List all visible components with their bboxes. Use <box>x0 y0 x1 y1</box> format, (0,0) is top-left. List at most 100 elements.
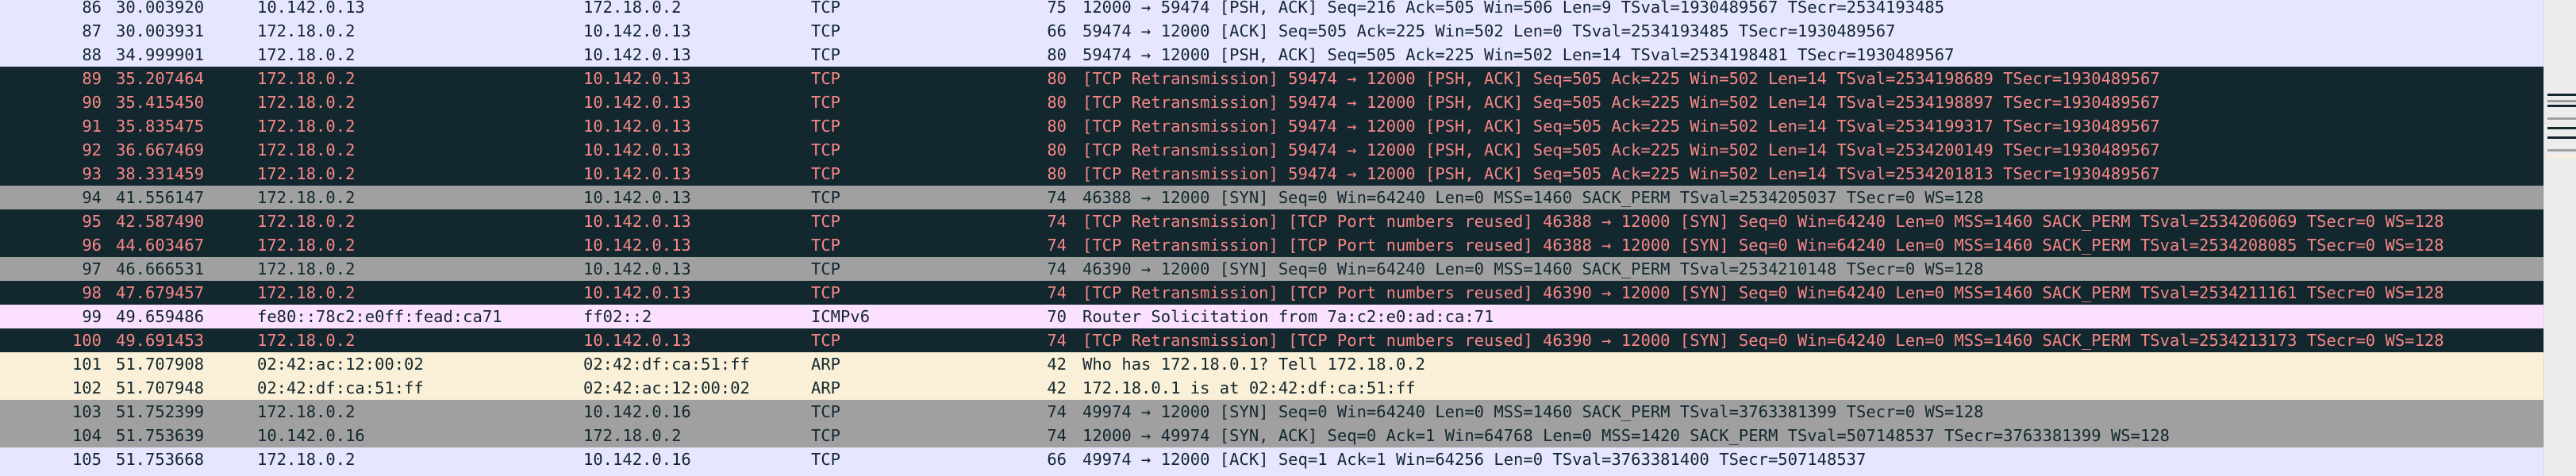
packet-protocol: TCP <box>811 402 841 421</box>
packet-number: 105 <box>71 450 102 469</box>
packet-length: 74 <box>1047 283 1067 302</box>
packet-protocol: ARP <box>811 355 841 374</box>
packet-destination: 10.142.0.13 <box>583 140 691 159</box>
packet-source: 172.18.0.2 <box>257 450 356 469</box>
packet-time: 51.753639 <box>116 426 205 445</box>
packet-number: 99 <box>82 307 102 326</box>
packet-info: [TCP Retransmission] [TCP Port numbers r… <box>1082 212 2444 231</box>
packet-destination: 10.142.0.13 <box>583 331 691 350</box>
packet-length: 74 <box>1047 402 1067 421</box>
packet-row[interactable]: 99 49.659486 fe80::78c2:e0ff:fead:ca71 ff02… <box>0 305 2544 328</box>
packet-row[interactable]: 87 30.003931 172.18.0.2 10.142.0.13 TCP 66 594… <box>0 19 2544 43</box>
packet-row[interactable]: 89 35.207464 172.18.0.2 10.142.0.13 TCP 80 [TC… <box>0 67 2544 90</box>
packet-protocol: TCP <box>811 212 841 231</box>
packet-row[interactable]: 98 47.679457 172.18.0.2 10.142.0.13 TCP 74 [TC… <box>0 281 2544 305</box>
packet-protocol: TCP <box>811 426 841 445</box>
packet-number: 101 <box>71 355 102 374</box>
packet-info: [TCP Retransmission] [TCP Port numbers r… <box>1082 236 2444 255</box>
scrollbar-marker <box>2547 105 2576 107</box>
packet-source: 172.18.0.2 <box>257 117 356 136</box>
packet-number: 100 <box>71 331 102 350</box>
packet-row[interactable]: 95 42.587490 172.18.0.2 10.142.0.13 TCP 74 [TC… <box>0 209 2544 233</box>
packet-time: 30.003920 <box>116 0 205 17</box>
packet-number: 96 <box>82 236 102 255</box>
packet-time: 36.667469 <box>116 140 205 159</box>
packet-length: 74 <box>1047 188 1067 207</box>
packet-destination: 10.142.0.13 <box>583 21 691 40</box>
packet-destination: 10.142.0.16 <box>583 450 691 469</box>
scrollbar-marker <box>2547 149 2576 152</box>
packet-number: 93 <box>82 164 102 183</box>
packet-number: 97 <box>82 259 102 278</box>
packet-info: [TCP Retransmission] 59474 → 12000 [PSH,… <box>1082 164 2160 183</box>
packet-destination: 10.142.0.13 <box>583 188 691 207</box>
packet-length: 42 <box>1047 378 1067 397</box>
packet-list[interactable]: 86 30.003920 10.142.0.13 172.18.0.2 TCP 75 120… <box>0 0 2576 476</box>
packet-length: 75 <box>1047 0 1067 17</box>
packet-row[interactable]: 91 35.835475 172.18.0.2 10.142.0.13 TCP 80 [TC… <box>0 114 2544 138</box>
packet-protocol: TCP <box>811 21 841 40</box>
packet-row[interactable]: 93 38.331459 172.18.0.2 10.142.0.13 TCP 80 [TC… <box>0 162 2544 186</box>
packet-row[interactable]: 96 44.603467 172.18.0.2 10.142.0.13 TCP 74 [TC… <box>0 233 2544 257</box>
packet-info: 49974 → 12000 [ACK] Seq=1 Ack=1 Win=6425… <box>1082 450 1867 469</box>
packet-number: 98 <box>82 283 102 302</box>
packet-info: 49974 → 12000 [SYN] Seq=0 Win=64240 Len=… <box>1082 402 1984 421</box>
packet-protocol: TCP <box>811 69 841 88</box>
packet-info: 172.18.0.1 is at 02:42:df:ca:51:ff <box>1082 378 1416 397</box>
packet-length: 80 <box>1047 45 1067 64</box>
packet-row[interactable]: 88 34.999901 172.18.0.2 10.142.0.13 TCP 80 594… <box>0 43 2544 67</box>
packet-row[interactable]: 97 46.666531 172.18.0.2 10.142.0.13 TCP 74 463… <box>0 257 2544 281</box>
packet-row[interactable]: 86 30.003920 10.142.0.13 172.18.0.2 TCP 75 120… <box>0 0 2544 19</box>
packet-source: 172.18.0.2 <box>257 21 356 40</box>
packet-destination: 10.142.0.13 <box>583 259 691 278</box>
vertical-scrollbar[interactable] <box>2543 0 2576 476</box>
packet-number: 86 <box>82 0 102 17</box>
packet-time: 51.707908 <box>116 355 205 374</box>
packet-info: 46388 → 12000 [SYN] Seq=0 Win=64240 Len=… <box>1082 188 1984 207</box>
packet-protocol: TCP <box>811 188 841 207</box>
packet-protocol: TCP <box>811 0 841 17</box>
packet-source: 10.142.0.13 <box>257 0 365 17</box>
packet-time: 35.835475 <box>116 117 205 136</box>
packet-info: [TCP Retransmission] 59474 → 12000 [PSH,… <box>1082 69 2160 88</box>
packet-source: 10.142.0.16 <box>257 426 365 445</box>
packet-row[interactable]: 94 41.556147 172.18.0.2 10.142.0.13 TCP 74 463… <box>0 186 2544 209</box>
packet-source: 172.18.0.2 <box>257 164 356 183</box>
packet-row[interactable]: 103 51.752399 172.18.0.2 10.142.0.16 TCP 74 49… <box>0 400 2544 424</box>
scrollbar-marker <box>2547 94 2576 96</box>
packet-length: 80 <box>1047 164 1067 183</box>
packet-row[interactable]: 101 51.707908 02:42:ac:12:00:02 02:42:df:ca… <box>0 352 2544 376</box>
packet-row[interactable]: 105 51.753668 172.18.0.2 10.142.0.16 TCP 66 49… <box>0 447 2544 471</box>
packet-row[interactable]: 102 51.707948 02:42:df:ca:51:ff 02:42:ac:12… <box>0 376 2544 400</box>
packet-length: 74 <box>1047 212 1067 231</box>
packet-number: 95 <box>82 212 102 231</box>
packet-info: [TCP Retransmission] 59474 → 12000 [PSH,… <box>1082 117 2160 136</box>
packet-length: 74 <box>1047 236 1067 255</box>
packet-destination: 10.142.0.13 <box>583 93 691 112</box>
packet-source: 172.18.0.2 <box>257 45 356 64</box>
scrollbar-marker <box>2547 117 2576 120</box>
packet-destination: 10.142.0.13 <box>583 45 691 64</box>
packet-info: [TCP Retransmission] 59474 → 12000 [PSH,… <box>1082 93 2160 112</box>
packet-time: 51.707948 <box>116 378 205 397</box>
packet-source: 02:42:ac:12:00:02 <box>257 355 424 374</box>
packet-protocol: ARP <box>811 378 841 397</box>
packet-time: 35.415450 <box>116 93 205 112</box>
packet-time: 42.587490 <box>116 212 205 231</box>
scrollbar-marker <box>2547 155 2576 158</box>
packet-info: [TCP Retransmission] [TCP Port numbers r… <box>1082 283 2444 302</box>
packet-protocol: TCP <box>811 283 841 302</box>
packet-time: 44.603467 <box>116 236 205 255</box>
packet-time: 41.556147 <box>116 188 205 207</box>
packet-row[interactable]: 90 35.415450 172.18.0.2 10.142.0.13 TCP 80 [TC… <box>0 90 2544 114</box>
packet-time: 30.003931 <box>116 21 205 40</box>
packet-row[interactable]: 100 49.691453 172.18.0.2 10.142.0.13 TCP 74 [T… <box>0 328 2544 352</box>
packet-protocol: TCP <box>811 164 841 183</box>
packet-info: 59474 → 12000 [ACK] Seq=505 Ack=225 Win=… <box>1082 21 1896 40</box>
packet-length: 74 <box>1047 331 1067 350</box>
packet-info: 12000 → 59474 [PSH, ACK] Seq=216 Ack=505… <box>1082 0 1945 17</box>
packet-row[interactable]: 104 51.753639 10.142.0.16 172.18.0.2 TCP 74 12… <box>0 424 2544 447</box>
packet-length: 74 <box>1047 259 1067 278</box>
packet-row[interactable]: 92 36.667469 172.18.0.2 10.142.0.13 TCP 80 [TC… <box>0 138 2544 162</box>
packet-source: 172.18.0.2 <box>257 236 356 255</box>
